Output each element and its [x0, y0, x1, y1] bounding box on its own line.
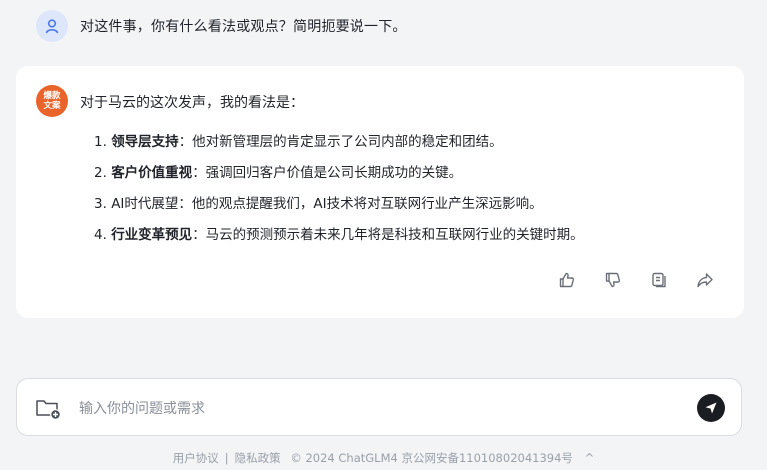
point-text: AI时代展望：他的观点提醒我们，AI技术将对互联网行业产生深远影响。: [111, 196, 543, 212]
thumbs-up-icon: [559, 272, 575, 288]
user-avatar: [36, 10, 68, 42]
send-button[interactable]: [697, 394, 725, 422]
list-item: 3. AI时代展望：他的观点提醒我们，AI技术将对互联网行业产生深远影响。: [94, 194, 584, 225]
point-text: ：马云的预测预示着未来几年将是科技和互联网行业的关键时期。: [192, 227, 584, 243]
answer-points: 1. 领导层支持：他对新管理层的肯定显示了公司内部的稳定和团结。 2. 客户价值…: [94, 132, 584, 256]
dislike-button[interactable]: [602, 269, 624, 291]
point-title: 行业变革预见: [111, 227, 193, 243]
user-agreement-link[interactable]: 用户协议: [173, 451, 219, 465]
folder-add-icon: [36, 400, 61, 420]
footer-toggle[interactable]: ^: [585, 451, 595, 465]
point-number: 2.: [94, 165, 107, 181]
point-text: ：他对新管理层的肯定显示了公司内部的稳定和团结。: [178, 134, 503, 150]
list-item: 2. 客户价值重视：强调回归客户价值是公司长期成功的关键。: [94, 163, 584, 194]
footer-divider: |: [224, 451, 229, 465]
user-message: 对这件事，你有什么看法或观点？简明扼要说一下。: [36, 10, 407, 42]
attach-file-button[interactable]: [35, 397, 63, 421]
point-text: ：强调回归客户价值是公司长期成功的关键。: [192, 165, 463, 181]
point-number: 1.: [94, 134, 107, 150]
point-title: 领导层支持: [111, 134, 179, 150]
bot-avatar: 爆款文案: [36, 85, 68, 117]
user-message-text: 对这件事，你有什么看法或观点？简明扼要说一下。: [80, 19, 407, 35]
chat-composer: [16, 378, 742, 436]
chat-input[interactable]: [77, 395, 681, 423]
thumbs-down-icon: [605, 272, 621, 288]
copyright-text: © 2024 ChatGLM4 京公网安备11010802041394号: [290, 451, 573, 465]
privacy-policy-link[interactable]: 隐私政策: [235, 451, 281, 465]
bot-avatar-text: 爆款文案: [43, 91, 61, 111]
share-button[interactable]: [694, 269, 716, 291]
copy-icon: [652, 272, 666, 288]
list-item: 4. 行业变革预见：马云的预测预示着未来几年将是科技和互联网行业的关键时期。: [94, 225, 584, 256]
point-number: 4.: [94, 227, 107, 243]
answer-intro: 对于马云的这次发声，我的看法是：: [80, 95, 304, 111]
answer-actions: [556, 269, 716, 291]
answer-card: 爆款文案 对于马云的这次发声，我的看法是： 1. 领导层支持：他对新管理层的肯定…: [16, 66, 744, 318]
point-number: 3.: [94, 196, 107, 212]
share-icon: [697, 273, 713, 288]
point-title: 客户价值重视: [111, 165, 193, 181]
list-item: 1. 领导层支持：他对新管理层的肯定显示了公司内部的稳定和团结。: [94, 132, 584, 163]
footer: 用户协议 | 隐私政策 © 2024 ChatGLM4 京公网安备110108020…: [0, 450, 767, 466]
like-button[interactable]: [556, 269, 578, 291]
user-icon: [45, 19, 59, 34]
send-icon: [705, 402, 717, 414]
copy-button[interactable]: [648, 269, 670, 291]
